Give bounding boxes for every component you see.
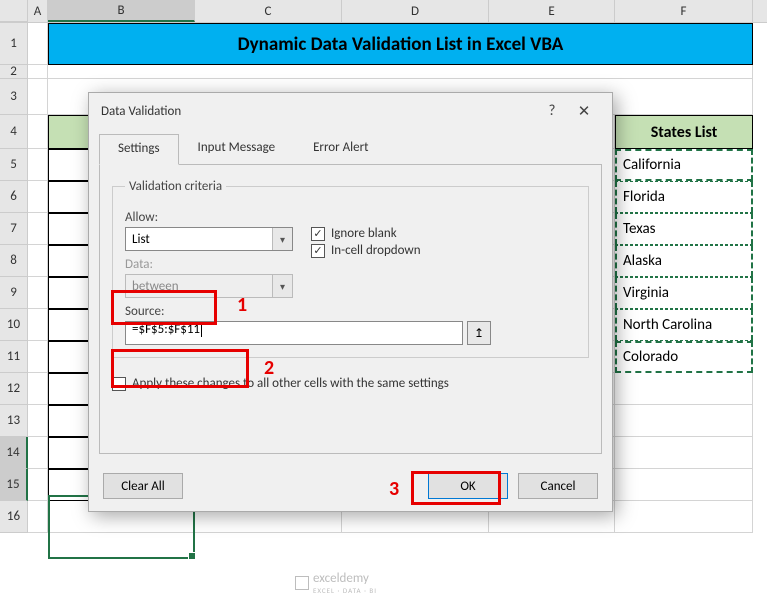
cell[interactable] (615, 501, 753, 533)
row-header-3[interactable]: 3 (0, 79, 28, 115)
row-header-1[interactable]: 1 (0, 23, 28, 65)
row-header-7[interactable]: 7 (0, 213, 28, 245)
help-button[interactable]: ? (536, 97, 568, 125)
row-header-2[interactable]: 2 (0, 65, 28, 79)
row-header-9[interactable]: 9 (0, 277, 28, 309)
source-input[interactable]: =$F$5:$F$11 (125, 321, 463, 345)
data-validation-dialog: Data Validation ? ✕ Settings Input Messa… (88, 92, 613, 512)
ignore-blank-checkbox[interactable]: ✓Ignore blank (311, 226, 421, 241)
range-picker-icon: ↥ (474, 326, 484, 341)
cell[interactable] (28, 181, 48, 213)
ok-button[interactable]: OK (428, 473, 508, 499)
range-picker-button[interactable]: ↥ (467, 321, 491, 345)
tab-settings[interactable]: Settings (99, 134, 179, 165)
row-header-14[interactable]: 14 (0, 437, 28, 469)
allow-value: List (132, 232, 150, 247)
state-cell[interactable]: California (615, 149, 753, 181)
dialog-buttons: Clear All OK Cancel (103, 473, 598, 499)
cell[interactable] (48, 65, 753, 79)
cell[interactable] (28, 309, 48, 341)
title-banner[interactable]: Dynamic Data Validation List in Excel VB… (48, 23, 753, 65)
tab-error-alert[interactable]: Error Alert (294, 133, 387, 164)
allow-label: Allow: (125, 210, 293, 225)
dialog-titlebar[interactable]: Data Validation ? ✕ (89, 93, 612, 129)
col-header-d[interactable]: D (342, 0, 489, 22)
header-states-list[interactable]: States List (615, 115, 753, 149)
cell[interactable] (28, 277, 48, 309)
cell[interactable] (615, 373, 753, 405)
row-header-4[interactable]: 4 (0, 115, 28, 149)
allow-dropdown[interactable]: List ▾ (125, 227, 293, 251)
dialog-title: Data Validation (101, 104, 181, 119)
row-header-16[interactable]: 16 (0, 501, 28, 533)
data-dropdown: between ▾ (125, 274, 293, 298)
cell[interactable] (28, 501, 48, 533)
cell[interactable] (28, 23, 48, 65)
validation-criteria-group: Validation criteria Allow: List ▾ Data: … (112, 179, 589, 358)
clear-all-button[interactable]: Clear All (103, 473, 183, 499)
source-label: Source: (125, 304, 576, 319)
state-cell[interactable]: Alaska (615, 245, 753, 277)
state-cell[interactable]: North Carolina (615, 309, 753, 341)
close-button[interactable]: ✕ (568, 97, 600, 125)
cell[interactable] (28, 149, 48, 181)
cell[interactable] (28, 469, 48, 501)
cell[interactable] (28, 405, 48, 437)
state-cell[interactable]: Texas (615, 213, 753, 245)
criteria-legend: Validation criteria (125, 179, 226, 194)
source-value: =$F$5:$F$11 (132, 322, 200, 337)
data-label: Data: (125, 257, 293, 272)
cell[interactable] (615, 469, 753, 501)
incell-label: In-cell dropdown (331, 243, 421, 258)
col-header-c[interactable]: C (195, 0, 342, 22)
row-header-8[interactable]: 8 (0, 245, 28, 277)
incell-dropdown-checkbox[interactable]: ✓In-cell dropdown (311, 243, 421, 258)
chevron-down-icon: ▾ (272, 275, 292, 297)
col-header-a[interactable]: A (28, 0, 48, 22)
watermark-name: exceldemy (313, 571, 377, 586)
cell[interactable] (28, 245, 48, 277)
cell[interactable] (28, 213, 48, 245)
col-header-b[interactable]: B (48, 0, 195, 22)
chevron-down-icon: ▾ (272, 228, 292, 250)
col-header-e[interactable]: E (489, 0, 615, 22)
row-header-13[interactable]: 13 (0, 405, 28, 437)
row-header-6[interactable]: 6 (0, 181, 28, 213)
select-all-corner[interactable] (0, 0, 28, 22)
apply-all-label: Apply these changes to all other cells w… (132, 376, 449, 391)
watermark: exceldemy EXCEL · DATA · BI (295, 571, 377, 595)
cell[interactable] (28, 79, 48, 115)
apply-all-checkbox[interactable]: ✓Apply these changes to all other cells … (112, 376, 589, 391)
state-cell[interactable]: Florida (615, 181, 753, 213)
cell[interactable] (615, 437, 753, 469)
cell[interactable] (28, 373, 48, 405)
tab-input-message[interactable]: Input Message (179, 133, 295, 164)
row-header-15[interactable]: 15 (0, 469, 28, 501)
settings-panel: Validation criteria Allow: List ▾ Data: … (99, 164, 602, 454)
ignore-blank-label: Ignore blank (331, 226, 397, 241)
cancel-button[interactable]: Cancel (518, 473, 598, 499)
data-value: between (132, 279, 179, 294)
cell[interactable] (28, 437, 48, 469)
text-cursor (201, 322, 205, 337)
column-headers: A B C D E F (0, 0, 767, 23)
row-header-10[interactable]: 10 (0, 309, 28, 341)
row-header-11[interactable]: 11 (0, 341, 28, 373)
state-cell[interactable]: Virginia (615, 277, 753, 309)
cell[interactable] (28, 115, 48, 149)
dialog-tabs: Settings Input Message Error Alert (89, 129, 612, 164)
state-cell[interactable]: Colorado (615, 341, 753, 373)
cell[interactable] (615, 405, 753, 437)
row-header-5[interactable]: 5 (0, 149, 28, 181)
watermark-icon (295, 576, 309, 590)
watermark-tag: EXCEL · DATA · BI (313, 586, 377, 595)
cell[interactable] (28, 341, 48, 373)
cell[interactable] (28, 65, 48, 79)
col-header-f[interactable]: F (615, 0, 753, 22)
row-header-12[interactable]: 12 (0, 373, 28, 405)
